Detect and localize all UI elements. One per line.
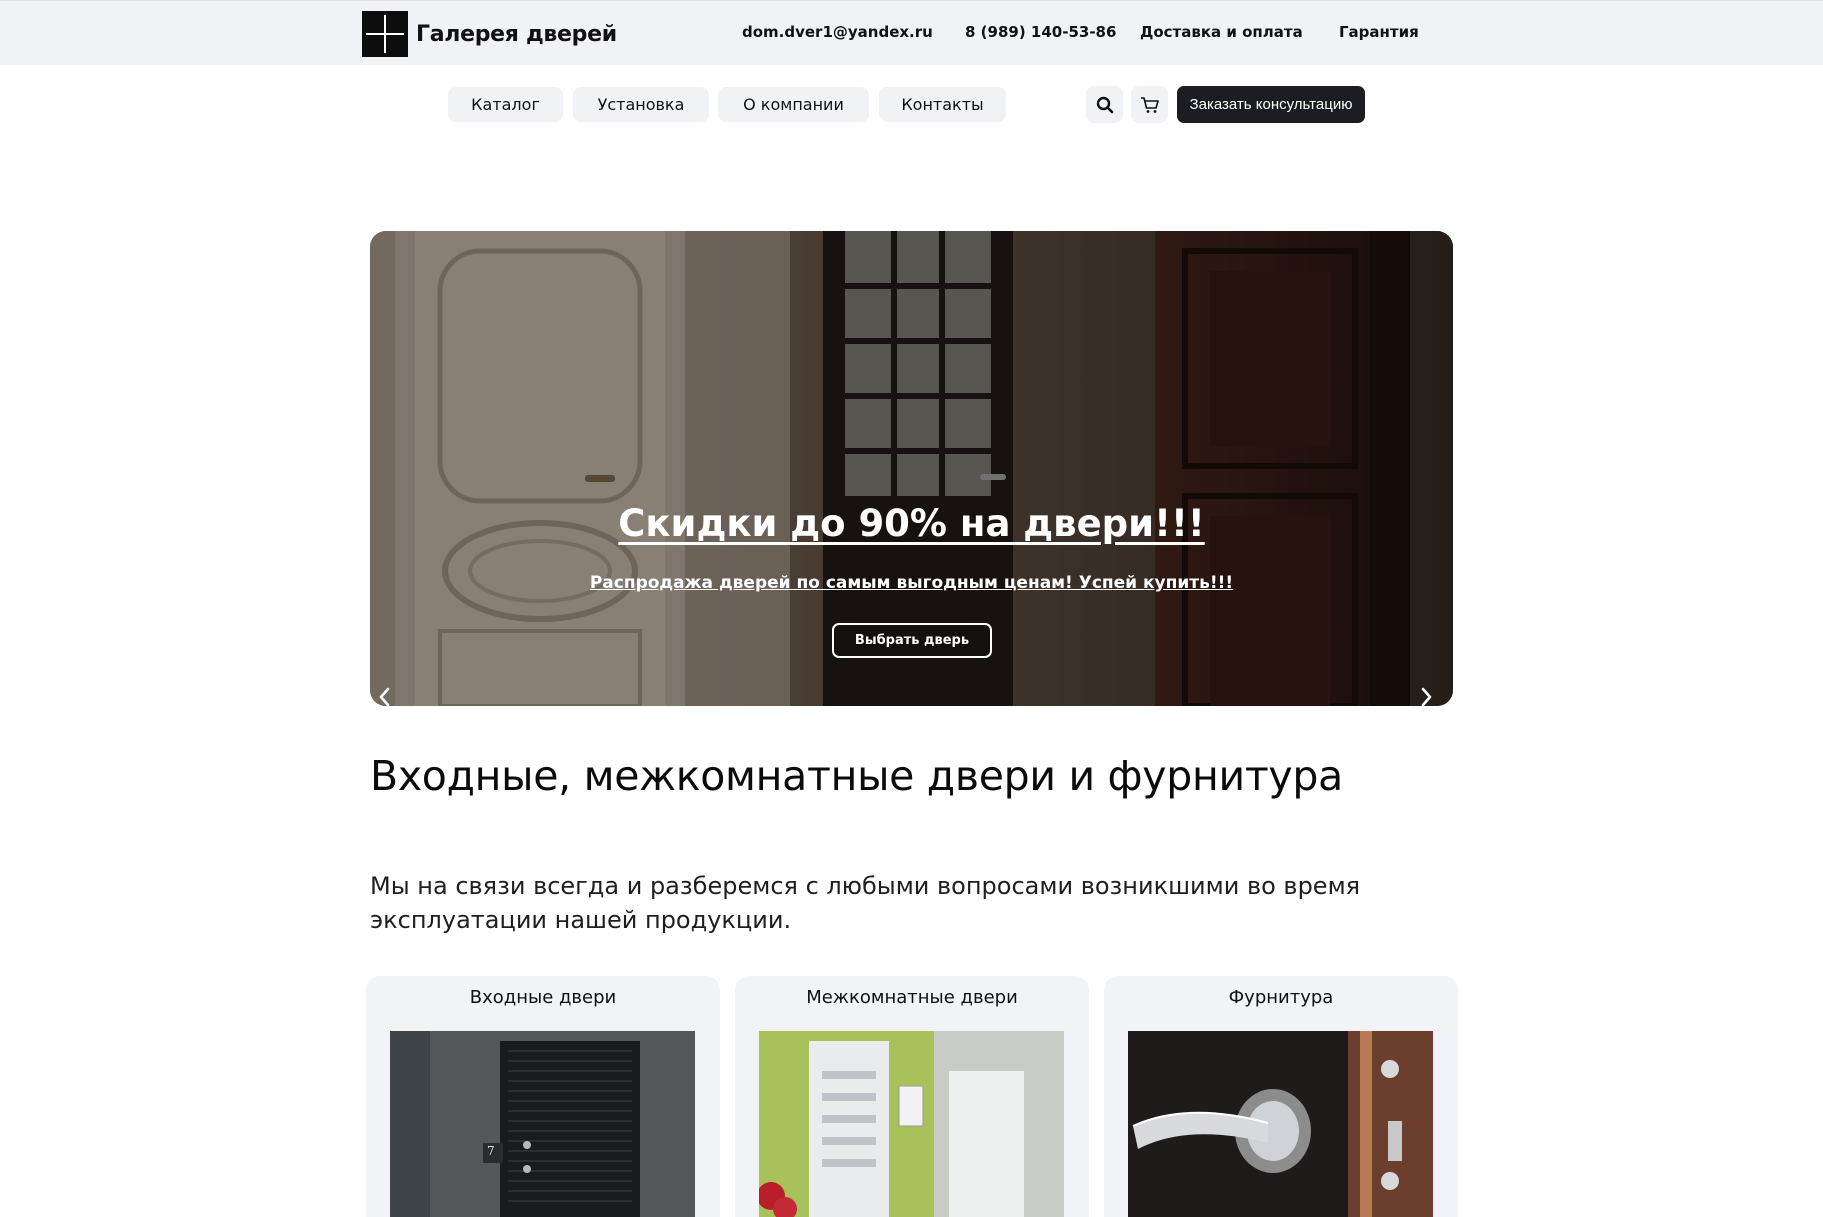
hero-prev-button[interactable] <box>378 686 404 706</box>
choose-door-button[interactable]: Выбрать дверь <box>832 623 992 658</box>
hardware-image <box>1128 1031 1433 1217</box>
category-title: Входные двери <box>469 987 617 1008</box>
search-button[interactable] <box>1086 86 1123 123</box>
apartment-number-badge: 7 <box>487 1144 495 1158</box>
email-link[interactable]: dom.dver1@yandex.ru <box>742 23 933 41</box>
category-card-hardware[interactable]: Фурнитура <box>1104 976 1458 1217</box>
page-heading: Входные, межкомнатные двери и фурнитура <box>370 752 1343 800</box>
category-card-interior[interactable]: Межкомнатные двери <box>735 976 1089 1217</box>
logo[interactable]: Галерея дверей <box>362 11 617 57</box>
category-title: Фурнитура <box>1228 987 1334 1008</box>
intro-text: Мы на связи всегда и разберемся с любыми… <box>370 872 1361 934</box>
nav-about[interactable]: О компании <box>718 87 869 122</box>
entrance-door-image: 7 <box>390 1031 695 1217</box>
interior-door-image <box>759 1031 1064 1217</box>
hero-subtitle[interactable]: Распродажа дверей по самым выгодным цена… <box>370 573 1453 593</box>
hero-next-button[interactable] <box>1419 686 1445 706</box>
top-bar: Галерея дверей dom.dver1@yandex.ru 8 (98… <box>0 0 1823 65</box>
chevron-right-icon <box>1421 687 1432 706</box>
chevron-left-icon <box>379 687 390 706</box>
phone-link[interactable]: 8 (989) 140-53-86 <box>965 23 1116 41</box>
category-card-entrance[interactable]: Входные двери 7 <box>366 976 720 1217</box>
cart-button[interactable] <box>1131 86 1168 123</box>
cart-icon <box>1140 96 1159 113</box>
nav-catalog[interactable]: Каталог <box>448 87 563 122</box>
category-title: Межкомнатные двери <box>806 987 1018 1008</box>
brand-name: Галерея дверей <box>416 21 617 47</box>
hero-title[interactable]: Скидки до 90% на двери!!! <box>370 502 1453 545</box>
delivery-link[interactable]: Доставка и оплата <box>1140 23 1303 41</box>
nav-contacts[interactable]: Контакты <box>879 87 1006 122</box>
warranty-link[interactable]: Гарантия <box>1339 23 1419 41</box>
consultation-button[interactable]: Заказать консультацию <box>1177 86 1365 123</box>
door-grid-logo-icon <box>362 11 408 57</box>
search-icon <box>1096 96 1113 113</box>
nav-installation[interactable]: Установка <box>573 87 709 122</box>
